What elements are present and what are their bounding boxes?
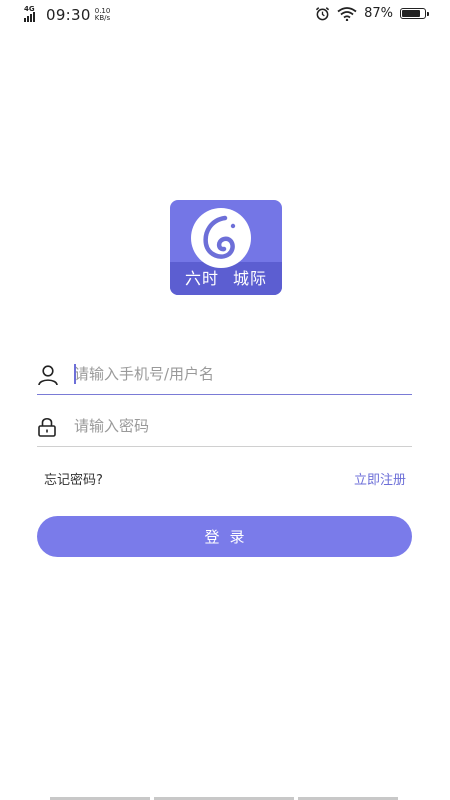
user-icon [38, 365, 58, 386]
text-caret [74, 364, 76, 384]
speed-unit: KB/s [94, 14, 111, 22]
network-speed: 0.10 KB/s [95, 8, 111, 22]
logo-text: 六时 城际 [184, 269, 268, 288]
register-link[interactable]: 立即注册 [354, 469, 406, 488]
status-bar-right: 87% [315, 6, 429, 21]
status-bar-left: 4G 09:30 0.10 KB/s [24, 5, 111, 24]
status-bar: 4G 09:30 0.10 KB/s 87% [0, 0, 450, 30]
wifi-icon [337, 6, 357, 21]
username-field[interactable] [37, 354, 412, 395]
lock-icon [38, 417, 56, 437]
signal-icon: 4G [24, 5, 44, 23]
battery-icon [400, 8, 429, 19]
app-logo: 六时 城际 [170, 200, 282, 295]
login-button[interactable]: 登录 [37, 516, 412, 557]
username-input[interactable] [74, 360, 394, 388]
forgot-password-link[interactable]: 忘记密码? [44, 469, 103, 488]
clock: 09:30 [46, 6, 91, 24]
password-field[interactable] [37, 406, 412, 447]
battery-percent: 87% [364, 6, 393, 21]
password-input[interactable] [74, 412, 394, 440]
spiral-logo-icon [203, 215, 236, 259]
alarm-icon [316, 7, 330, 21]
